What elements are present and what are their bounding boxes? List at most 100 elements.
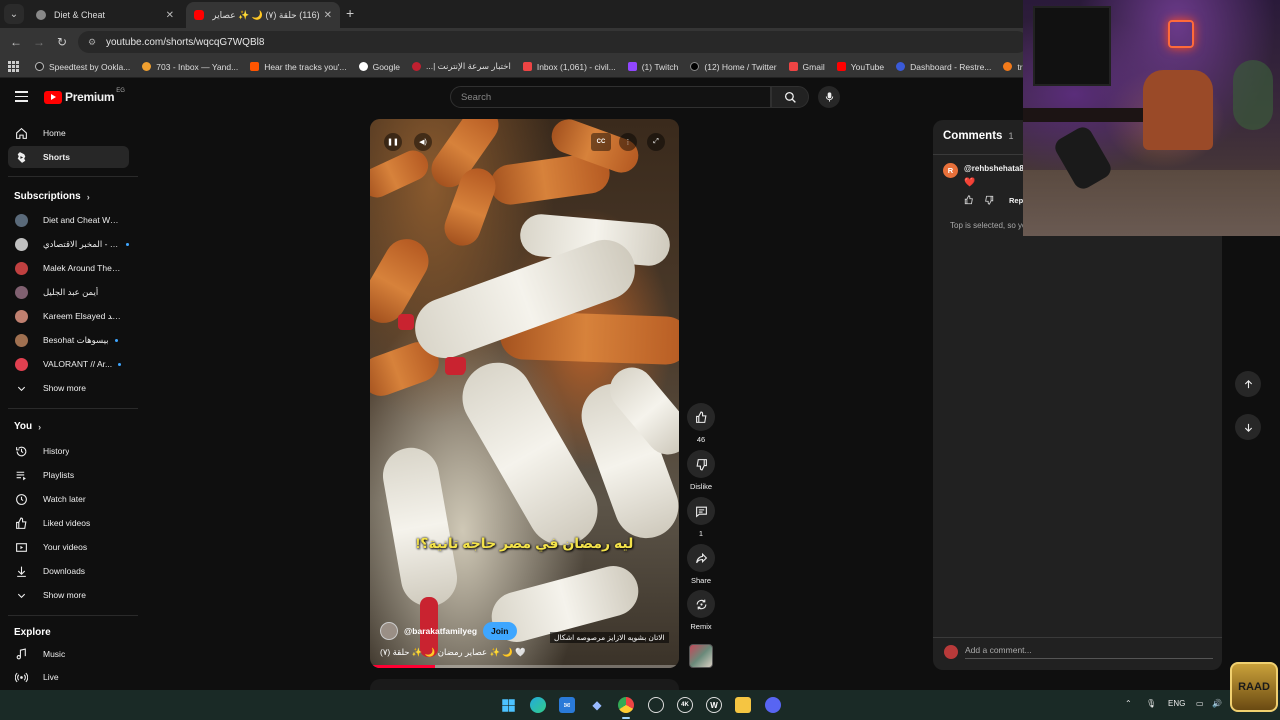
wordpress-icon[interactable]: W: [706, 697, 722, 713]
mail-icon[interactable]: ✉: [559, 697, 575, 713]
subscription-item[interactable]: Besohat بيسوهات: [8, 329, 129, 351]
close-tab-icon[interactable]: ✕: [166, 10, 174, 21]
shorts-video-player[interactable]: ❚❚ ◀) CC ⋮ ⤢ ليه رمضان في مصر حاجه تانية…: [370, 119, 679, 668]
subscriptions-show-more[interactable]: Show more: [8, 377, 129, 399]
address-bar[interactable]: ⚙ youtube.com/shorts/wqcqG7WQBl8: [78, 31, 1028, 53]
subscriptions-heading[interactable]: Subscriptions ›: [14, 191, 90, 202]
share-icon: [695, 552, 707, 563]
4k-downloader-icon[interactable]: 4K: [677, 697, 693, 713]
captions-button[interactable]: CC: [591, 133, 611, 151]
sound-label[interactable]: الاتان بشويه الازايز مرصوصه اشكال: [550, 632, 669, 643]
chrome-icon[interactable]: [618, 697, 634, 713]
language-indicator[interactable]: ENG: [1168, 699, 1185, 708]
new-tab-button[interactable]: +: [346, 5, 354, 21]
subscription-item[interactable]: المخبر الاقتصادي - M...: [8, 233, 129, 255]
forward-arrow-icon[interactable]: →: [33, 35, 45, 49]
sidebar-item-history[interactable]: History: [8, 440, 129, 462]
sidebar-item-home[interactable]: Home: [8, 122, 129, 144]
share-button[interactable]: Share: [687, 544, 715, 585]
webcam-overlay: [1023, 0, 1280, 236]
remix-button[interactable]: Remix: [687, 590, 715, 631]
file-explorer-icon[interactable]: [735, 697, 751, 713]
app-circle-icon[interactable]: [648, 697, 664, 713]
white-bottle: [449, 349, 611, 559]
search-input[interactable]: Search: [450, 86, 771, 108]
subscription-item[interactable]: VALORANT // Ar...: [8, 353, 129, 375]
discord-icon[interactable]: [765, 697, 781, 713]
bookmark-youtube[interactable]: YouTube: [836, 62, 884, 72]
you-show-more[interactable]: Show more: [8, 584, 129, 606]
play-pause-icon[interactable]: ❚❚: [384, 133, 402, 151]
channel-handle[interactable]: @barakatfamilyeg: [404, 626, 477, 636]
youtube-favicon-icon: [194, 10, 204, 20]
bookmark-twitter[interactable]: (12) Home / Twitter: [690, 62, 777, 72]
sidebar-item-shorts[interactable]: Shorts: [8, 146, 129, 168]
edge-browser-icon[interactable]: [530, 697, 546, 713]
bookmark-speedtest[interactable]: Speedtest by Ookla...: [35, 62, 130, 72]
commenter-avatar[interactable]: R: [943, 163, 958, 178]
dislike-button[interactable]: Dislike: [687, 450, 715, 491]
trendyol-icon: [1003, 62, 1013, 71]
back-arrow-icon[interactable]: ←: [10, 35, 22, 49]
sound-thumbnail[interactable]: [689, 644, 713, 668]
tray-overflow-icon[interactable]: ⌃: [1125, 699, 1132, 708]
comment-dislike-icon[interactable]: [984, 195, 994, 205]
reload-icon[interactable]: ↻: [57, 35, 67, 49]
neon-sign: [1168, 20, 1194, 48]
sidebar-item-your-videos[interactable]: Your videos: [8, 536, 129, 558]
subscription-item[interactable]: Diet and Cheat Wor...: [8, 209, 129, 231]
tab-search-button[interactable]: ⌄: [4, 4, 24, 24]
tray-microphone-icon[interactable]: 🎙: [1146, 699, 1156, 708]
display-icon[interactable]: ▭: [1196, 699, 1204, 708]
bookmark-gmail-inbox[interactable]: Inbox (1,061) - civil...: [522, 62, 616, 72]
commenter-handle[interactable]: @rehbshehata87: [964, 164, 1028, 173]
windows-start-icon[interactable]: [500, 697, 516, 713]
thumbs-down-icon: [696, 458, 707, 470]
sidebar-item-liked-videos[interactable]: Liked videos: [8, 512, 129, 534]
bookmark-restream[interactable]: Dashboard - Restre...: [896, 62, 991, 72]
bookmark-gmail[interactable]: Gmail: [788, 62, 825, 72]
sidebar-item-playlists[interactable]: Playlists: [8, 464, 129, 486]
add-comment-input[interactable]: Add a comment...: [965, 645, 1213, 659]
comment-like-icon[interactable]: [964, 195, 974, 205]
video-title[interactable]: 🤍 🌙 ✨ عصاير رمضان 🌙 ✨ حلقة (٧): [380, 647, 526, 658]
browser-tab-diet-cheat[interactable]: Diet & Cheat ✕: [28, 2, 182, 28]
previous-short-button[interactable]: [1235, 371, 1261, 397]
gmail-icon: [522, 62, 532, 71]
bookmark-speed-test-ar[interactable]: اختبار سرعة الإنترنت |...: [412, 61, 511, 72]
channel-avatar[interactable]: [380, 622, 398, 640]
close-tab-icon[interactable]: ✕: [324, 10, 332, 21]
video-progress-bar[interactable]: [370, 665, 679, 668]
join-button[interactable]: Join: [483, 622, 517, 640]
apps-grid-icon[interactable]: [8, 61, 19, 72]
site-info-icon[interactable]: ⚙: [88, 37, 98, 48]
sidebar-item-watch-later[interactable]: Watch later: [8, 488, 129, 510]
you-heading[interactable]: You ›: [14, 421, 41, 432]
youtube-premium-logo[interactable]: Premium EG: [44, 88, 125, 104]
voice-search-button[interactable]: [818, 86, 840, 108]
sidebar-item-downloads[interactable]: Downloads: [8, 560, 129, 582]
subscription-item[interactable]: Malek Around The ...: [8, 257, 129, 279]
bookmark-google[interactable]: Google: [358, 62, 400, 72]
sidebar-item-music[interactable]: Music: [8, 643, 129, 665]
menu-icon[interactable]: [15, 91, 28, 105]
subscription-item[interactable]: Kareem Elsayed كريم السيد: [8, 305, 129, 327]
comment-actions: [964, 195, 994, 205]
like-button[interactable]: 46: [687, 403, 715, 444]
volume-icon[interactable]: ◀): [414, 133, 432, 151]
sidebar-item-live[interactable]: Live: [8, 666, 129, 688]
volume-tray-icon[interactable]: 🔊: [1212, 699, 1222, 708]
browser-tab-youtube[interactable]: (116) حلقة (٧) 🌙 ✨ عصاير رمضـ ✕: [186, 2, 340, 28]
more-options-icon[interactable]: ⋮: [619, 133, 637, 151]
chevron-down-icon: [15, 589, 28, 602]
next-short-button[interactable]: [1235, 414, 1261, 440]
app-diamond-icon[interactable]: ◆: [589, 697, 605, 713]
comments-button[interactable]: 1: [687, 497, 715, 538]
bookmark-soundcloud[interactable]: Hear the tracks you'...: [250, 62, 347, 72]
bookmark-twitch[interactable]: (1) Twitch: [627, 62, 678, 72]
bookmark-yandex-inbox[interactable]: 703 - Inbox — Yand...: [142, 62, 238, 72]
subscription-item[interactable]: أيمن عبد الجليل: [8, 281, 129, 303]
search-button[interactable]: [771, 86, 809, 108]
remix-icon: [696, 599, 706, 609]
fullscreen-icon[interactable]: ⤢: [647, 133, 665, 151]
